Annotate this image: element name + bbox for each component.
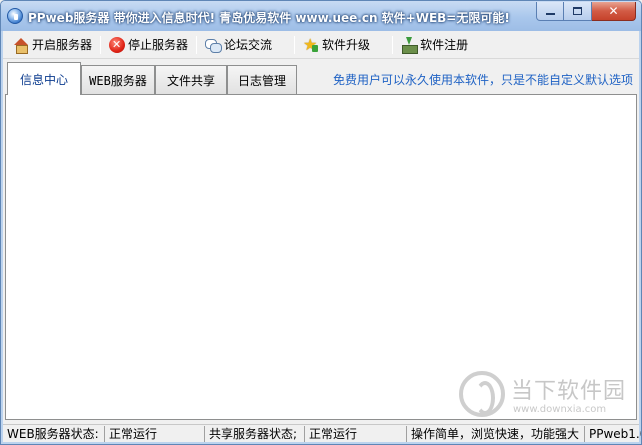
- web-status-label: WEB服务器状态:: [3, 425, 105, 442]
- stop-icon: [109, 36, 126, 53]
- upgrade-button[interactable]: 软件升级: [299, 34, 374, 56]
- tab-content-panel: [5, 94, 637, 420]
- window-title: PPweb服务器 带你进入信息时代! 青岛优易软件 www.uee.cn 软件+…: [28, 11, 510, 25]
- chat-bubbles-icon: [205, 37, 223, 53]
- start-server-label: 开启服务器: [32, 38, 93, 52]
- start-server-button[interactable]: 开启服务器: [9, 34, 96, 56]
- title-bar[interactable]: PPweb服务器 带你进入信息时代! 青岛优易软件 www.uee.cn 软件+…: [1, 1, 641, 31]
- toolbar-separator: [294, 35, 296, 54]
- home-icon: [13, 37, 29, 54]
- tab-log-manage[interactable]: 日志管理: [227, 65, 297, 94]
- status-bar: WEB服务器状态: 正常运行 共享服务器状态; 正常运行 操作简单，浏览快速，功…: [3, 424, 642, 442]
- close-icon: ✕: [608, 4, 619, 18]
- download-register-icon: [401, 36, 419, 54]
- client-area: 开启服务器 停止服务器 论坛交流 软件升级 软件注册: [3, 31, 642, 442]
- tab-file-share[interactable]: 文件共享: [155, 65, 227, 94]
- free-user-notice: 免费用户可以永久使用本软件，只是不能自定义默认选项: [332, 73, 633, 87]
- minimize-icon: [545, 12, 555, 15]
- web-status-value: 正常运行: [105, 425, 205, 442]
- stop-server-label: 停止服务器: [128, 38, 189, 52]
- upgrade-label: 软件升级: [322, 38, 371, 52]
- minimize-button[interactable]: [536, 2, 564, 21]
- share-status-label: 共享服务器状态;: [205, 425, 305, 442]
- stop-server-button[interactable]: 停止服务器: [105, 34, 192, 56]
- tab-info-center[interactable]: 信息中心: [7, 62, 81, 95]
- toolbar-separator: [100, 35, 102, 54]
- app-globe-icon[interactable]: [7, 8, 23, 24]
- tab-strip: 信息中心 WEB服务器 文件共享 日志管理 免费用户可以永久使用本软件，只是不能…: [3, 61, 639, 95]
- forum-button[interactable]: 论坛交流: [201, 34, 276, 56]
- close-button[interactable]: ✕: [592, 2, 636, 21]
- maximize-button[interactable]: [564, 2, 592, 21]
- slogan-text: 操作简单，浏览快速，功能强大: [407, 425, 585, 442]
- register-label: 软件注册: [420, 38, 469, 52]
- window-controls: ✕: [536, 2, 636, 21]
- forum-label: 论坛交流: [224, 38, 273, 52]
- tab-web-server[interactable]: WEB服务器: [81, 65, 155, 94]
- app-window: PPweb服务器 带你进入信息时代! 青岛优易软件 www.uee.cn 软件+…: [0, 0, 642, 445]
- register-button[interactable]: 软件注册: [397, 34, 472, 56]
- version-text: PPweb1.0: [589, 426, 642, 441]
- star-upgrade-icon: [303, 35, 319, 54]
- toolbar: 开启服务器 停止服务器 论坛交流 软件升级 软件注册: [3, 31, 639, 59]
- toolbar-separator: [196, 35, 198, 54]
- maximize-icon: [573, 7, 582, 15]
- toolbar-separator: [392, 35, 394, 54]
- share-status-value: 正常运行: [305, 425, 407, 442]
